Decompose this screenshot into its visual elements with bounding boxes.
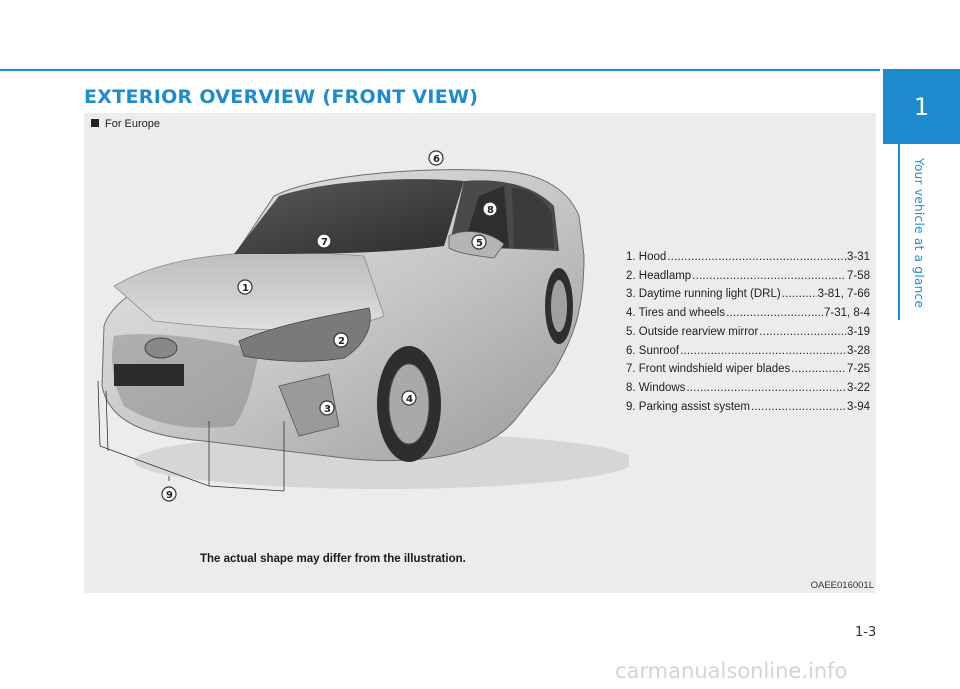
chapter-label-box: Your vehicle at a glance	[910, 158, 928, 318]
leader-dots	[759, 323, 846, 342]
part-name: 4. Tires and wheels	[626, 307, 726, 320]
svg-text:3: 3	[324, 404, 331, 415]
part-name: 5. Outside rearview mirror	[626, 325, 759, 338]
part-page: 7-31, 8-4	[823, 307, 870, 320]
leader-dots	[692, 267, 846, 286]
svg-text:2: 2	[338, 336, 345, 347]
svg-text:5: 5	[476, 238, 483, 249]
parts-list-item: 5. Outside rearview mirror 3-19	[626, 323, 870, 342]
chapter-tab-rule	[898, 144, 900, 320]
leader-dots	[726, 304, 823, 323]
parts-list-item: 4. Tires and wheels 7-31, 8-4	[626, 304, 870, 323]
parts-list-item: 7. Front windshield wiper blades 7-25	[626, 360, 870, 379]
part-page: 7-25	[846, 363, 870, 376]
svg-text:4: 4	[406, 394, 413, 405]
callout-5: 5	[471, 234, 487, 250]
header-rule	[0, 69, 880, 71]
callout-8: 8	[482, 201, 498, 217]
callout-4: 4	[401, 390, 417, 406]
svg-text:8: 8	[487, 205, 494, 216]
parts-list: 1. Hood 3-31 2. Headlamp 7-58 3. Daytime r…	[626, 248, 870, 416]
region-note: For Europe	[91, 118, 160, 130]
callout-3: 3	[319, 400, 335, 416]
callout-2: 2	[333, 332, 349, 348]
svg-text:6: 6	[433, 154, 440, 165]
leader-dots	[751, 398, 846, 417]
image-code: OAEE016001L	[810, 580, 874, 591]
region-note-text: For Europe	[105, 118, 161, 130]
watermark: carmanualsonline.info	[615, 659, 848, 683]
part-name: 9. Parking assist system	[626, 400, 750, 413]
svg-text:7: 7	[321, 237, 328, 248]
parts-list-item: 2. Headlamp 7-58	[626, 267, 870, 286]
part-name: 1. Hood	[626, 251, 667, 263]
part-name: 2. Headlamp	[626, 269, 692, 282]
part-name: 6. Sunroof	[626, 344, 680, 357]
part-page: 3-81, 7-66	[817, 288, 870, 301]
figure-disclaimer: The actual shape may differ from the ill…	[200, 553, 466, 565]
car-illustration: 1 2 3 4 5 6 7 8 9	[97, 150, 629, 502]
parts-list-item: 6. Sunroof 3-28	[626, 342, 870, 361]
part-name: 7. Front windshield wiper blades	[626, 363, 791, 376]
leader-dots	[680, 342, 846, 361]
part-page: 3-31	[846, 251, 870, 263]
leader-dots	[791, 360, 846, 379]
part-page: 3-22	[846, 381, 870, 394]
parts-list-item: 1. Hood 3-31	[626, 248, 870, 267]
part-page: 3-19	[846, 325, 870, 338]
page-number: 1-3	[855, 625, 877, 640]
part-name: 8. Windows	[626, 381, 686, 394]
chapter-number: 1	[913, 92, 930, 121]
parts-list-item: 9. Parking assist system 3-94	[626, 398, 870, 417]
callout-7: 7	[316, 233, 332, 249]
svg-text:1: 1	[242, 283, 249, 294]
car-body	[101, 169, 629, 489]
parts-list-item: 8. Windows 3-22	[626, 379, 870, 398]
part-name: 3. Daytime running light (DRL)	[626, 288, 781, 301]
callout-6: 6	[428, 150, 444, 166]
part-page: 3-94	[846, 400, 870, 413]
leader-dots	[782, 285, 817, 304]
square-bullet-icon	[91, 119, 99, 127]
callout-9: 9	[161, 486, 177, 502]
chapter-label: Your vehicle at a glance	[912, 158, 926, 309]
part-page: 7-58	[846, 269, 870, 282]
page-title: EXTERIOR OVERVIEW (FRONT VIEW)	[84, 86, 479, 108]
leader-dots	[686, 379, 846, 398]
leader-dots	[667, 248, 846, 267]
svg-text:9: 9	[166, 490, 173, 501]
callout-1: 1	[237, 279, 253, 295]
parts-list-item: 3. Daytime running light (DRL) 3-81, 7-66	[626, 285, 870, 304]
part-page: 3-28	[846, 344, 870, 357]
